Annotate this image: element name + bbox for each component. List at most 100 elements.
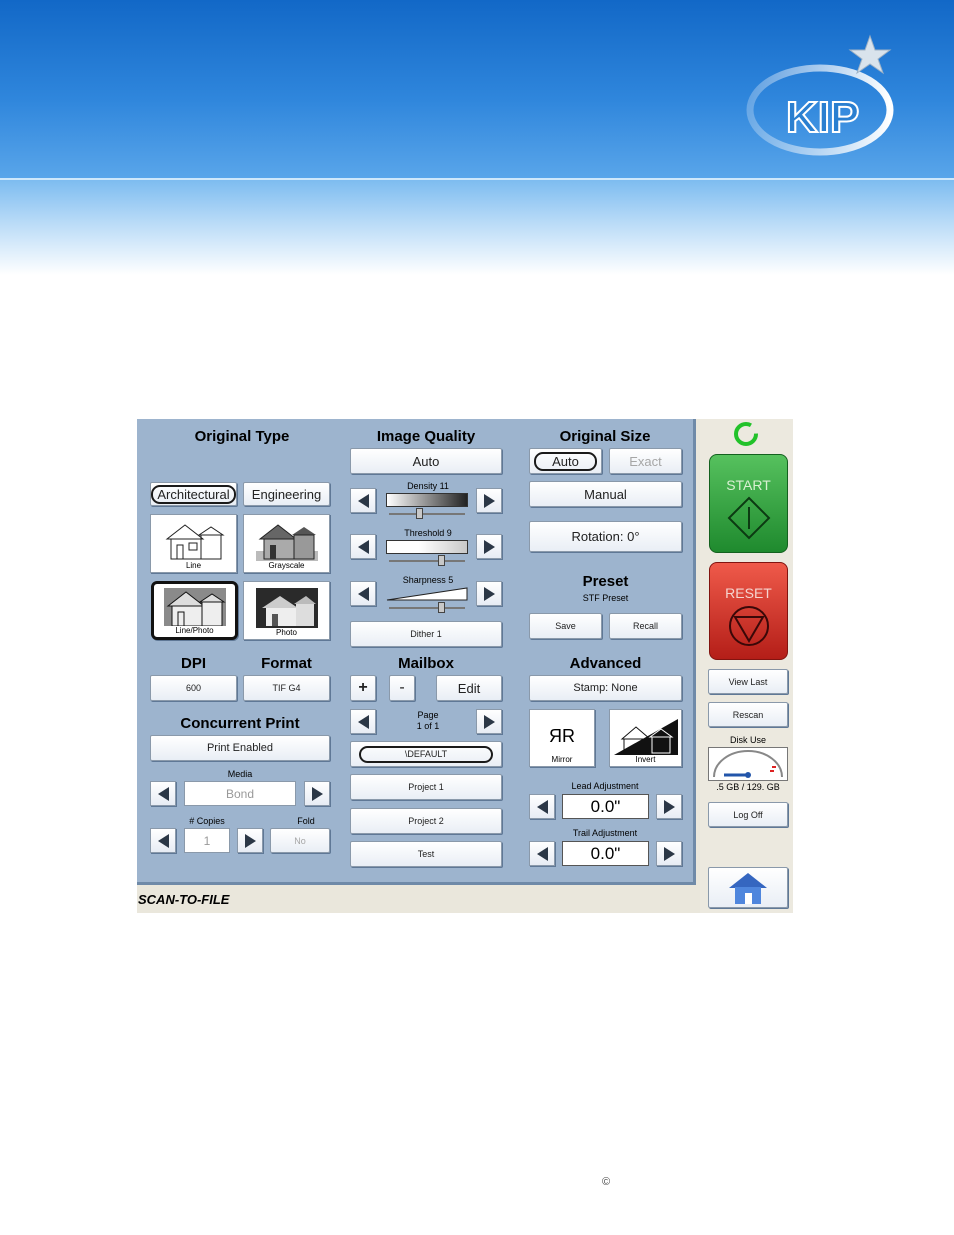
copyright-symbol: © [602, 1176, 611, 1188]
size-manual-button[interactable]: Manual [529, 481, 682, 507]
left-arrow-icon [357, 493, 369, 508]
format-title: Format [261, 655, 312, 672]
image-quality-auto-button[interactable]: Auto [350, 448, 502, 474]
mailbox-page-next-button[interactable] [476, 709, 502, 734]
mailbox-remove-button[interactable]: - [389, 675, 415, 701]
dpi-button[interactable]: 600 [150, 675, 237, 701]
invert-button[interactable]: Invert [609, 709, 682, 767]
density-track [389, 513, 465, 515]
right-arrow-icon [311, 786, 323, 801]
photo-caption: Photo [276, 628, 297, 637]
lead-adjustment-label: Lead Adjustment [571, 781, 639, 791]
engineering-button[interactable]: Engineering [243, 482, 330, 506]
home-button[interactable] [708, 867, 788, 908]
trail-increase-button[interactable] [656, 841, 682, 866]
photo-type-button[interactable]: Photo [243, 581, 330, 640]
sharpness-decrease-button[interactable] [350, 581, 376, 606]
left-arrow-icon [357, 539, 369, 554]
home-icon [729, 872, 767, 904]
mailbox-item-default-label: \DEFAULT [358, 745, 494, 763]
sharpness-slider[interactable] [386, 587, 468, 601]
invert-caption: Invert [635, 755, 656, 764]
house-line-icon [165, 524, 225, 560]
fold-button[interactable]: No [270, 828, 330, 853]
left-arrow-icon [157, 833, 169, 848]
stamp-button[interactable]: Stamp: None [529, 675, 682, 701]
media-field[interactable]: Bond [184, 781, 296, 806]
threshold-label: Threshold 9 [404, 528, 452, 538]
mailbox-add-button[interactable]: + [350, 675, 376, 701]
size-auto-button[interactable]: Auto [529, 448, 602, 474]
mode-label: SCAN-TO-FILE [138, 892, 230, 907]
left-arrow-icon [157, 786, 169, 801]
media-next-button[interactable] [304, 781, 330, 806]
sharpness-knob[interactable] [438, 602, 445, 613]
lead-increase-button[interactable] [656, 794, 682, 819]
print-enabled-button[interactable]: Print Enabled [150, 735, 330, 761]
grayscale-type-button[interactable]: Grayscale [243, 514, 330, 573]
log-off-button[interactable]: Log Off [708, 802, 788, 827]
rescan-button[interactable]: Rescan [708, 702, 788, 727]
line-type-button[interactable]: Line [150, 514, 237, 573]
mailbox-edit-button[interactable]: Edit [436, 675, 502, 701]
mailbox-item-default[interactable]: \DEFAULT [350, 741, 502, 767]
lead-adjustment-field[interactable]: 0.0" [562, 794, 649, 819]
start-label: START [726, 477, 771, 493]
architectural-button[interactable]: Architectural [150, 482, 237, 506]
copies-increase-button[interactable] [237, 828, 263, 853]
density-knob[interactable] [416, 508, 423, 519]
right-arrow-icon [483, 714, 495, 729]
format-button[interactable]: TIF G4 [243, 675, 330, 701]
left-arrow-icon [357, 586, 369, 601]
reset-stop-icon [728, 606, 769, 646]
threshold-increase-button[interactable] [476, 534, 502, 559]
sharpness-track [389, 607, 465, 609]
threshold-decrease-button[interactable] [350, 534, 376, 559]
dither-button[interactable]: Dither 1 [350, 621, 502, 647]
mirror-glyph-icon: ЯR [549, 726, 575, 746]
mailbox-page-prev-button[interactable] [350, 709, 376, 734]
size-exact-button[interactable]: Exact [609, 448, 682, 474]
density-decrease-button[interactable] [350, 488, 376, 513]
copies-field[interactable]: 1 [184, 828, 230, 853]
preset-recall-button[interactable]: Recall [609, 613, 682, 639]
original-type-title: Original Type [194, 428, 290, 445]
architectural-label: Architectural [151, 484, 236, 504]
mailbox-page-label: Page [417, 710, 439, 720]
sharpness-increase-button[interactable] [476, 581, 502, 606]
right-arrow-icon [663, 846, 675, 861]
density-increase-button[interactable] [476, 488, 502, 513]
line-caption: Line [185, 561, 202, 570]
mailbox-item[interactable]: Project 1 [350, 774, 502, 800]
mirror-caption: Mirror [551, 755, 573, 764]
trail-adjustment-field[interactable]: 0.0" [562, 841, 649, 866]
threshold-slider[interactable] [386, 540, 468, 554]
logo-text: KIP [786, 93, 859, 142]
media-prev-button[interactable] [150, 781, 176, 806]
start-diamond-icon [727, 496, 770, 540]
preset-save-button[interactable]: Save [529, 613, 602, 639]
size-auto-label: Auto [534, 451, 597, 471]
disk-use-gauge-icon [708, 747, 788, 781]
density-slider[interactable] [386, 493, 468, 507]
reset-button[interactable]: RESET [709, 562, 788, 660]
left-arrow-icon [357, 714, 369, 729]
threshold-knob[interactable] [438, 555, 445, 566]
lead-decrease-button[interactable] [529, 794, 555, 819]
dpi-title: DPI [180, 655, 206, 672]
trail-decrease-button[interactable] [529, 841, 555, 866]
disk-use-label: Disk Use [729, 735, 766, 745]
threshold-track [389, 560, 465, 562]
view-last-button[interactable]: View Last [708, 669, 788, 694]
media-label: Media [227, 769, 253, 779]
line-photo-type-button[interactable]: Line/Photo [151, 581, 238, 640]
mirror-button[interactable]: ЯR Mirror [529, 709, 595, 767]
rotation-button[interactable]: Rotation: 0° [529, 521, 682, 552]
right-arrow-icon [663, 799, 675, 814]
copies-decrease-button[interactable] [150, 828, 176, 853]
mailbox-item[interactable]: Test [350, 841, 502, 867]
mailbox-item[interactable]: Project 2 [350, 808, 502, 834]
start-button[interactable]: START [709, 454, 788, 553]
image-quality-title: Image Quality [376, 428, 476, 445]
density-label: Density 11 [407, 481, 449, 491]
